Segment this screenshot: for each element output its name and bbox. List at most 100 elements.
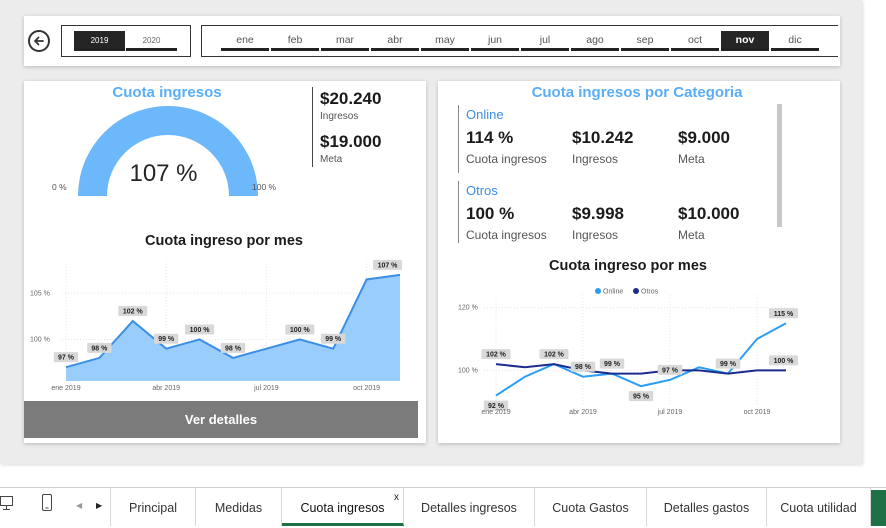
data-label: 98 % xyxy=(575,364,592,371)
month-slicer: ene feb mar abr may jun jul ago sep oct … xyxy=(201,25,838,57)
desktop-layout-icon[interactable] xyxy=(0,496,14,510)
tab-cuota-ingresos[interactable]: Cuota ingresos xyxy=(282,488,404,526)
date-filter-bar: 2019 2020 ene feb mar abr may jun jul ag… xyxy=(24,16,840,66)
y-tick-label: 105 % xyxy=(30,290,50,297)
category-name: Otros xyxy=(466,183,498,198)
month-dic-button[interactable]: dic xyxy=(771,31,819,51)
month-ene-button[interactable]: ene xyxy=(221,31,269,51)
category-divider xyxy=(458,181,459,243)
area-fill xyxy=(66,274,400,381)
year-2020-button[interactable]: 2020 xyxy=(126,31,177,51)
meta-value: $10.000 xyxy=(678,204,740,223)
series-line-otros xyxy=(495,363,786,375)
tab-cuota-gastos[interactable]: Cuota Gastos xyxy=(535,488,647,526)
tab-detalles-gastos[interactable]: Detalles gastos xyxy=(647,488,767,526)
x-tick-label: oct 2019 xyxy=(353,385,380,392)
ingresos-value: $20.240 xyxy=(320,89,382,108)
ingresos-label: Ingresos xyxy=(320,111,359,122)
cuota-value: 100 % xyxy=(466,204,515,223)
chart-title: Cuota ingreso por mes xyxy=(145,233,303,249)
legend-label: Otros xyxy=(641,289,659,296)
gauge-value: 107 % xyxy=(129,160,198,187)
card-title: Cuota ingresos xyxy=(112,84,222,101)
data-label: 100 % xyxy=(290,327,311,334)
data-label: 95 % xyxy=(633,394,650,401)
data-label: 99 % xyxy=(604,361,621,368)
month-jul-button[interactable]: jul xyxy=(521,31,569,51)
meta-label: Meta xyxy=(678,228,705,242)
scroll-left-icon[interactable]: ◀ xyxy=(76,501,82,510)
x-tick-label: ene 2019 xyxy=(51,385,80,392)
data-label: 102 % xyxy=(123,309,144,316)
month-feb-button[interactable]: feb xyxy=(271,31,319,51)
meta-value: $19.000 xyxy=(320,132,382,151)
month-oct-button[interactable]: oct xyxy=(671,31,719,51)
report-canvas: 2019 2020 ene feb mar abr may jun jul ag… xyxy=(0,0,886,526)
x-tick-label: abr 2019 xyxy=(569,409,597,416)
data-label: 98 % xyxy=(91,345,108,352)
ingresos-label: Ingresos xyxy=(572,228,619,242)
cuota-mes-area-chart: 100 % 105 % 97 % 98 % 102 % 99 % 100 % 98 % 100 … xyxy=(30,259,404,392)
scrollbar[interactable] xyxy=(777,104,782,227)
month-ago-button[interactable]: ago xyxy=(571,31,619,51)
card-title: Cuota ingresos por Categoria xyxy=(531,84,743,101)
tab-principal[interactable]: Principal xyxy=(110,488,196,526)
cuota-categoria-card: Cuota ingresos por Categoria Online 114 … xyxy=(438,81,840,443)
scroll-right-icon[interactable]: ▶ xyxy=(96,501,102,510)
y-tick-label: 100 % xyxy=(458,367,478,374)
data-label: 99 % xyxy=(325,336,342,343)
tab-cuota-utilidad[interactable]: Cuota utilidad xyxy=(767,488,871,526)
cuota-label: Cuota ingresos xyxy=(466,152,547,166)
month-nov-button[interactable]: nov xyxy=(721,31,769,51)
x-tick-label: oct 2019 xyxy=(744,409,771,416)
x-tick-label: jul 2019 xyxy=(657,409,683,416)
data-label: 102 % xyxy=(486,352,507,359)
data-label: 99 % xyxy=(158,336,175,343)
x-tick-label: ene 2019 xyxy=(481,409,510,416)
meta-value: $9.000 xyxy=(678,128,730,147)
ver-detalles-button[interactable]: Ver detalles xyxy=(24,401,418,438)
month-sep-button[interactable]: sep xyxy=(621,31,669,51)
year-slicer: 2019 2020 xyxy=(61,25,191,57)
category-divider xyxy=(458,105,459,173)
data-label: 102 % xyxy=(544,352,565,359)
data-label: 98 % xyxy=(225,345,242,352)
x-tick-label: abr 2019 xyxy=(152,385,180,392)
mobile-layout-icon[interactable] xyxy=(42,494,53,511)
kpi-divider xyxy=(312,87,313,167)
legend-marker xyxy=(595,288,601,294)
gauge-min-label: 0 % xyxy=(52,182,67,192)
tab-detalles-ingresos[interactable]: Detalles ingresos xyxy=(404,488,535,526)
add-page-button[interactable] xyxy=(871,490,886,526)
back-arrow-icon[interactable] xyxy=(28,30,50,52)
category-name: Online xyxy=(466,107,504,122)
series-line-online xyxy=(495,322,787,397)
cuota-value: 114 % xyxy=(466,128,514,147)
chart-title: Cuota ingreso por mes xyxy=(549,258,707,274)
cuota-mes-line-chart: Online Otros100 %120 %92 %98 %95 %97 %99 … xyxy=(458,288,798,416)
x-tick-label: jul 2019 xyxy=(253,385,279,392)
data-label: 97 % xyxy=(662,367,679,374)
legend-label: Online xyxy=(603,289,623,296)
ingresos-label: Ingresos xyxy=(572,152,619,166)
month-jun-button[interactable]: jun xyxy=(471,31,519,51)
cuota-label: Cuota ingresos xyxy=(466,228,547,242)
month-mar-button[interactable]: mar xyxy=(321,31,369,51)
legend-marker xyxy=(633,288,639,294)
data-label: 97 % xyxy=(58,355,75,362)
cuota-ingresos-card: Cuota ingresos 107 % 0 % 100 % $20.240 I… xyxy=(24,81,426,443)
data-label: 100 % xyxy=(774,358,795,365)
y-tick-label: 100 % xyxy=(30,336,50,343)
data-label: 99 % xyxy=(720,361,737,368)
tab-medidas[interactable]: Medidas xyxy=(196,488,282,526)
month-may-button[interactable]: may xyxy=(421,31,469,51)
year-2019-button[interactable]: 2019 xyxy=(74,31,125,51)
ingresos-value: $9.998 xyxy=(572,204,624,223)
ingresos-value: $10.242 xyxy=(572,128,634,147)
data-label: 100 % xyxy=(190,327,211,334)
data-label: 115 % xyxy=(774,311,794,318)
y-tick-label: 120 % xyxy=(458,305,478,312)
close-tab-icon[interactable]: x xyxy=(394,492,399,503)
month-abr-button[interactable]: abr xyxy=(371,31,419,51)
gauge-max-label: 100 % xyxy=(252,182,277,192)
